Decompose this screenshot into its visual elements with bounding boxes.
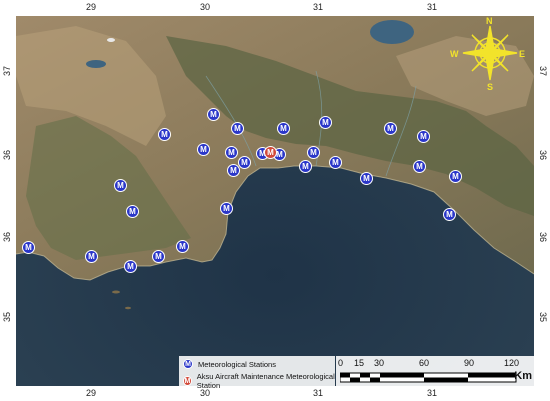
latitude-tick-label: 36	[2, 232, 12, 243]
scale-label: 15	[354, 358, 365, 368]
station-marker[interactable]: M	[231, 122, 244, 135]
scale-unit: Km	[514, 370, 532, 382]
station-marker[interactable]: M	[126, 205, 139, 218]
aksu-station-marker-icon: M	[183, 376, 192, 386]
station-marker[interactable]: M	[197, 143, 210, 156]
station-marker[interactable]: M	[220, 202, 233, 215]
scale-bar-graphic	[340, 372, 517, 383]
longitude-tick-label: 31	[313, 2, 324, 12]
station-marker-icon: M	[183, 359, 193, 369]
station-marker[interactable]: M	[299, 160, 312, 173]
station-marker[interactable]: M	[449, 170, 462, 183]
station-marker[interactable]: M	[384, 122, 397, 135]
latitude-tick-label: 35	[2, 312, 12, 323]
scale-label: 60	[419, 358, 430, 368]
legend-label: Aksu Aircraft Maintenance Meteorological…	[196, 372, 335, 390]
legend-label: Meteorological Stations	[198, 359, 276, 369]
longitude-tick-label: 31	[427, 388, 438, 398]
scale-label: 0	[338, 358, 344, 368]
compass-south-label: S	[487, 82, 494, 92]
lake	[370, 20, 414, 44]
station-marker[interactable]: M	[227, 164, 240, 177]
lake	[107, 38, 115, 42]
satellite-map[interactable]: N S E W MMMMMMMMMMMMMMMMMMMMMMMMMMMMM	[16, 16, 534, 386]
station-marker[interactable]: M	[176, 240, 189, 253]
station-marker[interactable]: M	[413, 160, 426, 173]
station-marker[interactable]: M	[22, 241, 35, 254]
legend-item: M Aksu Aircraft Maintenance Meteorologic…	[183, 372, 335, 390]
scale-label: 120	[504, 358, 520, 368]
station-marker[interactable]: M	[277, 122, 290, 135]
legend-item: M Meteorological Stations	[183, 359, 276, 369]
station-marker[interactable]: M	[207, 108, 220, 121]
compass-rose-icon	[462, 25, 518, 81]
compass-east-label: E	[519, 49, 526, 59]
scale-bar: 0 15 30 60 90 120 Km	[336, 356, 534, 386]
lake	[86, 60, 106, 68]
station-marker[interactable]: M	[360, 172, 373, 185]
longitude-tick-label: 29	[86, 388, 97, 398]
station-marker[interactable]: M	[238, 156, 251, 169]
latitude-tick-label: 35	[538, 312, 548, 323]
longitude-tick-label: 31	[427, 2, 438, 12]
island	[112, 290, 120, 294]
station-marker[interactable]: M	[124, 260, 137, 273]
longitude-tick-label: 29	[86, 2, 97, 12]
aksu-station-marker[interactable]: M	[264, 146, 277, 159]
compass-west-label: W	[450, 49, 459, 59]
station-marker[interactable]: M	[152, 250, 165, 263]
station-marker[interactable]: M	[329, 156, 342, 169]
scale-label: 30	[374, 358, 385, 368]
station-marker[interactable]: M	[114, 179, 127, 192]
latitude-tick-label: 36	[2, 150, 12, 161]
longitude-tick-label: 30	[200, 2, 211, 12]
island	[125, 306, 131, 310]
latitude-tick-label: 37	[538, 66, 548, 77]
station-marker[interactable]: M	[443, 208, 456, 221]
scale-label: 90	[464, 358, 475, 368]
station-marker[interactable]: M	[158, 128, 171, 141]
compass-north-label: N	[486, 16, 493, 26]
latitude-tick-label: 36	[538, 150, 548, 161]
station-marker[interactable]: M	[85, 250, 98, 263]
station-marker[interactable]: M	[225, 146, 238, 159]
station-marker[interactable]: M	[319, 116, 332, 129]
latitude-tick-label: 37	[2, 66, 12, 77]
latitude-tick-label: 36	[538, 232, 548, 243]
station-marker[interactable]: M	[307, 146, 320, 159]
map-legend: M Meteorological Stations M Aksu Aircraf…	[179, 356, 335, 390]
station-marker[interactable]: M	[417, 130, 430, 143]
